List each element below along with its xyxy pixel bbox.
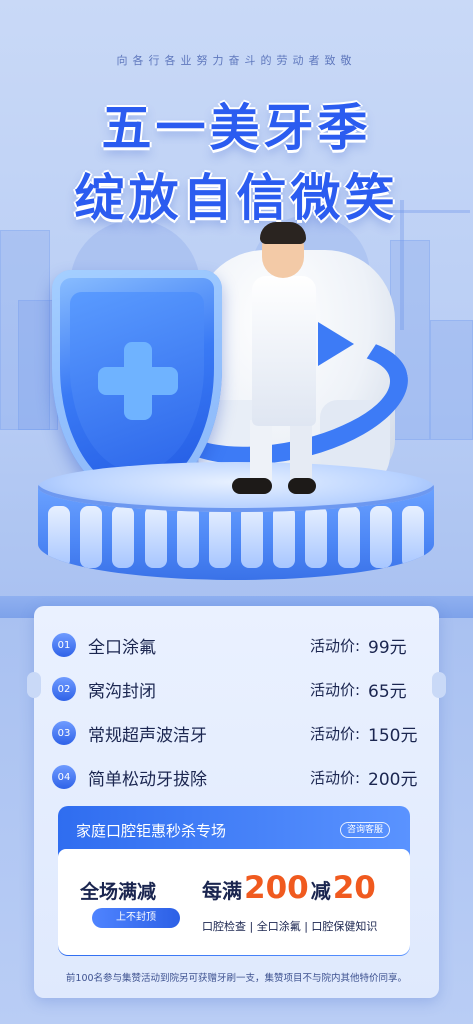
index-badge: 01 [52, 633, 76, 657]
promo-main-text: 全场满减 [80, 881, 157, 903]
promo-offer: 每满 200 减 20 [202, 870, 378, 906]
top-slogan: 向各行各业努力奋斗的劳动者致敬 [116, 54, 357, 67]
price-label: 活动价: [309, 768, 360, 787]
page-title-line1: 五一美牙季 [101, 99, 372, 157]
service-row: 01 全口涂氟 活动价: 99元 [52, 630, 426, 660]
index-badge: 02 [52, 677, 76, 701]
service-row: 03 常规超声波洁牙 活动价: 150元 [52, 718, 426, 748]
building [390, 240, 430, 440]
promo-items: 口腔检查 | 全口涂氟 | 口腔保健知识 [202, 920, 378, 933]
price-label: 活动价: [309, 724, 360, 743]
offer-threshold: 200 [244, 870, 309, 906]
price-value: 150元 [368, 725, 418, 746]
building [430, 320, 473, 440]
no-cap-button[interactable]: 上不封顶 [92, 908, 180, 928]
page-title-line2: 绽放自信微笑 [74, 169, 399, 227]
price-value: 99元 [368, 637, 407, 658]
price-value: 65元 [368, 681, 407, 702]
index-badge: 04 [52, 765, 76, 789]
index-badge: 03 [52, 721, 76, 745]
offer-mid: 减 [310, 879, 331, 903]
service-row: 02 窝沟封闭 活动价: 65元 [52, 674, 426, 704]
arrow-head-icon [318, 322, 354, 366]
price-card: 01 全口涂氟 活动价: 99元 02 窝沟封闭 活动价: 65元 03 常规超… [27, 606, 446, 998]
price-label: 活动价: [309, 680, 360, 699]
service-row: 04 简单松动牙拔除 活动价: 200元 [52, 762, 426, 792]
promo-title: 家庭口腔钜惠秒杀专场 [76, 822, 227, 840]
service-name: 简单松动牙拔除 [88, 769, 207, 790]
price-value: 200元 [368, 769, 418, 790]
offer-prefix: 每满 [202, 879, 242, 903]
price-label: 活动价: [309, 636, 360, 655]
service-name: 常规超声波洁牙 [88, 725, 207, 746]
service-name: 窝沟封闭 [88, 681, 156, 702]
customer-service-button[interactable]: 咨询客服 [340, 822, 391, 838]
offer-discount: 20 [332, 870, 376, 906]
footnote: 前100名参与集赞活动到院另可获赠牙刷一支，集赞项目不与院内其他特价同享。 [65, 973, 408, 984]
service-name: 全口涂氟 [88, 637, 156, 658]
